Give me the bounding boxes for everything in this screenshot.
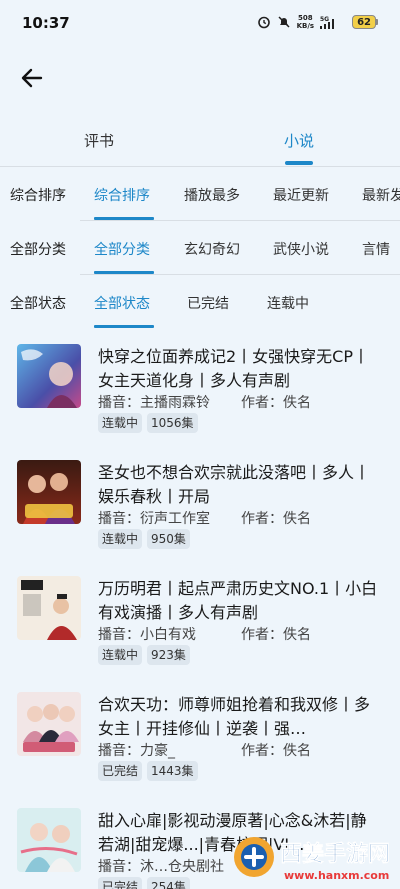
status-badge: 连载中 <box>98 529 143 549</box>
status-badge: 连载中 <box>98 645 143 665</box>
book-item[interactable]: 万历明君丨起点严肃历史文NO.1丨小白有戏演播丨多人有声剧 播音：小白有戏 作者… <box>0 561 400 677</box>
book-narrator: 播音：小白有戏 <box>98 627 196 643</box>
book-title: 快穿之位面养成记2丨女强快穿无CP丨女主天道化身丨多人有声剧 <box>98 347 370 390</box>
category-option-all[interactable]: 全部分类 <box>94 239 150 259</box>
arrow-left-icon <box>21 68 43 88</box>
status-badge: 已完结 <box>98 877 143 889</box>
book-cover <box>17 344 81 408</box>
book-meta: 播音：沐…仓央剧社 <box>98 856 224 876</box>
main-tabs: 评书 小说 <box>0 130 400 166</box>
status-filter-label: 全部状态 <box>10 296 66 312</box>
category-option-wuxia[interactable]: 武侠小说 <box>273 239 329 259</box>
tab-novel[interactable]: 小说 <box>284 130 314 151</box>
book-tags: 已完结 254集 <box>98 877 190 889</box>
book-author: 作者：佚名 <box>241 511 311 527</box>
watermark-title: 西姜手游网 <box>280 841 390 867</box>
alarm-icon <box>257 15 271 29</box>
book-author: 作者：佚名 <box>241 627 311 643</box>
category-option-fantasy[interactable]: 玄幻奇幻 <box>184 239 240 259</box>
sort-option-comprehensive[interactable]: 综合排序 <box>94 185 150 205</box>
category-filter-row: 全部分类 全部分类 玄幻奇幻 武侠小说 言情 <box>0 221 400 275</box>
book-title: 圣女也不想合欢宗就此没落吧丨多人丨娱乐春秋丨开局 <box>98 463 371 506</box>
svg-text:5G: 5G <box>320 16 329 23</box>
status-badge: 已完结 <box>98 761 143 781</box>
sort-option-most-played[interactable]: 播放最多 <box>184 185 240 205</box>
signal-icon: 5G <box>320 15 346 29</box>
book-cover <box>17 692 81 756</box>
back-button[interactable] <box>18 64 46 92</box>
book-item[interactable]: 快穿之位面养成记2丨女强快穿无CP丨女主天道化身丨多人有声剧 播音：主播雨霖铃 … <box>0 329 400 445</box>
sort-option-recently-updated[interactable]: 最近更新 <box>273 185 329 205</box>
book-meta: 播音：小白有戏 作者：佚名 <box>98 624 311 644</box>
book-meta: 播音：主播雨霖铃 作者：佚名 <box>98 392 311 412</box>
status-bar: 10:37 508 KB/s 5G 62 <box>0 0 400 50</box>
category-filter-label: 全部分类 <box>10 242 66 258</box>
tab-pingshu[interactable]: 评书 <box>84 130 114 151</box>
book-narrator: 播音：主播雨霖铃 <box>98 395 210 411</box>
book-cover <box>17 460 81 524</box>
status-time: 10:37 <box>22 14 70 32</box>
status-badge: 连载中 <box>98 413 143 433</box>
book-tags: 连载中 923集 <box>98 645 190 665</box>
status-option-ongoing[interactable]: 连载中 <box>267 293 309 313</box>
book-meta: 播音：衍声工作室 作者：佚名 <box>98 508 311 528</box>
book-narrator: 播音：沐…仓央剧社 <box>98 859 224 875</box>
status-icons: 508 KB/s 5G 62 <box>257 14 378 30</box>
status-filter-row: 全部状态 全部状态 已完结 连载中 <box>0 275 400 329</box>
book-tags: 连载中 950集 <box>98 529 190 549</box>
sort-filter-row: 综合排序 综合排序 播放最多 最近更新 最新发 <box>0 167 400 221</box>
book-item[interactable]: 圣女也不想合欢宗就此没落吧丨多人丨娱乐春秋丨开局 播音：衍声工作室 作者：佚名 … <box>0 445 400 561</box>
book-tags: 连载中 1056集 <box>98 413 198 433</box>
episode-count-badge: 1056集 <box>147 413 198 433</box>
episode-count-badge: 254集 <box>147 877 190 889</box>
book-title: 合欢天功：师尊师姐抢着和我双修丨多女主丨开挂修仙丨逆袭丨强… <box>98 695 371 738</box>
sort-option-newest[interactable]: 最新发 <box>362 185 400 205</box>
book-item[interactable]: 合欢天功：师尊师姐抢着和我双修丨多女主丨开挂修仙丨逆袭丨强… 播音：力豪_ 作者… <box>0 677 400 793</box>
net-speed-value: 508 <box>298 14 313 22</box>
book-cover <box>17 808 81 872</box>
status-option-all[interactable]: 全部状态 <box>94 293 150 313</box>
site-watermark: 西姜手游网 www.hanxm.com <box>230 829 398 887</box>
status-option-completed[interactable]: 已完结 <box>187 293 229 313</box>
watermark-url: www.hanxm.com <box>284 869 389 882</box>
net-speed: 508 KB/s <box>297 14 314 30</box>
mute-bell-icon <box>277 15 291 29</box>
battery-level: 62 <box>352 15 376 29</box>
episode-count-badge: 923集 <box>147 645 190 665</box>
book-narrator: 播音：力豪_ <box>98 743 175 759</box>
episode-count-badge: 950集 <box>147 529 190 549</box>
battery-icon: 62 <box>352 15 378 29</box>
book-author: 作者：佚名 <box>241 743 311 759</box>
book-narrator: 播音：衍声工作室 <box>98 511 210 527</box>
book-title: 万历明君丨起点严肃历史文NO.1丨小白有戏演播丨多人有声剧 <box>98 579 378 622</box>
status-active-underline <box>94 325 154 328</box>
episode-count-badge: 1443集 <box>147 761 198 781</box>
net-speed-unit: KB/s <box>296 22 315 30</box>
tab-indicator <box>285 161 313 165</box>
book-author: 作者：佚名 <box>241 395 311 411</box>
book-meta: 播音：力豪_ 作者：佚名 <box>98 740 311 760</box>
book-tags: 已完结 1443集 <box>98 761 198 781</box>
sort-filter-label: 综合排序 <box>10 188 66 204</box>
category-option-romance[interactable]: 言情 <box>362 239 390 259</box>
book-cover <box>17 576 81 640</box>
